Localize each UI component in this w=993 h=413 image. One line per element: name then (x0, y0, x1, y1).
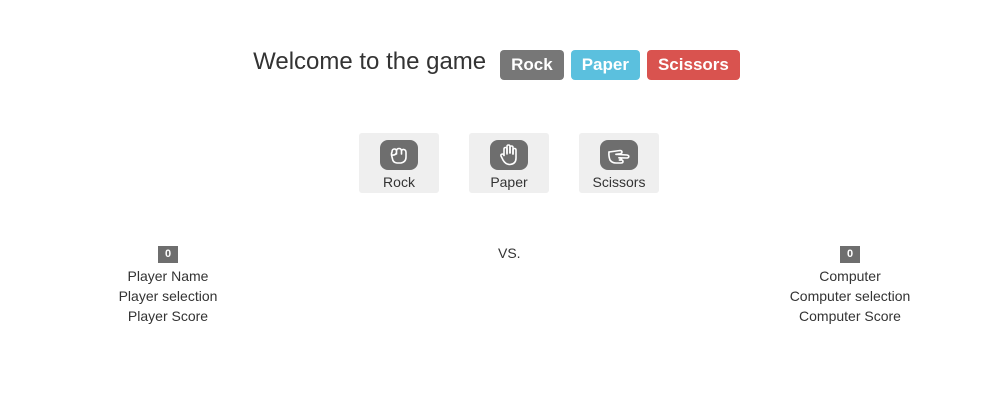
computer-score-badge: 0 (840, 246, 860, 263)
open-hand-icon (490, 140, 528, 170)
header: Welcome to the game Rock Paper Scissors (0, 44, 993, 80)
computer-panel: 0 Computer Computer selection Computer S… (780, 246, 920, 326)
player-panel: 0 Player Name Player selection Player Sc… (108, 246, 228, 326)
player-score-label: Player Score (127, 308, 209, 324)
computer-name: Computer (819, 268, 881, 284)
vs-label: VS. (498, 245, 521, 261)
player-name: Player Name (127, 268, 209, 284)
page-title: Welcome to the game (253, 48, 487, 75)
paper-label: Paper (490, 174, 528, 190)
scissors-hand-icon (600, 140, 638, 170)
paper-button[interactable]: Paper (469, 133, 549, 193)
scissors-button[interactable]: Scissors (579, 133, 659, 193)
paper-badge: Paper (570, 50, 640, 80)
game-page: Welcome to the game Rock Paper Scissors … (0, 0, 993, 413)
rock-badge: Rock (500, 50, 564, 80)
fist-icon (380, 140, 418, 170)
player-selection: Player selection (118, 288, 218, 304)
computer-selection: Computer selection (789, 288, 911, 304)
computer-score-label: Computer Score (799, 308, 901, 324)
rock-button[interactable]: Rock (359, 133, 439, 193)
scissors-badge: Scissors (646, 50, 740, 80)
player-score-badge: 0 (158, 246, 178, 263)
scissors-label: Scissors (592, 174, 646, 190)
choice-buttons: Rock Paper Scissors (359, 133, 659, 193)
rock-label: Rock (383, 174, 415, 190)
